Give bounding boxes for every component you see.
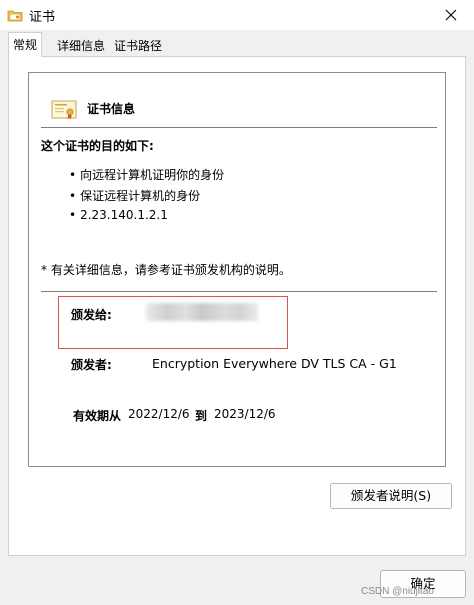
issued-by-value: Encryption Everywhere DV TLS CA - G1 (152, 356, 397, 371)
tab-certification-path[interactable]: 证书路径 (110, 34, 166, 56)
issued-by-label: 颁发者: (71, 358, 112, 372)
bullet: • (69, 189, 77, 203)
highlight-box (58, 296, 288, 349)
close-icon (445, 6, 457, 25)
certificate-icon (51, 99, 77, 121)
purpose-title: 这个证书的目的如下: (41, 139, 154, 153)
details-note: * 有关详细信息，请参考证书颁发机构的说明。 (41, 263, 291, 277)
certificate-info-title: 证书信息 (87, 102, 136, 116)
valid-from-date: 2022/12/6 (128, 407, 190, 421)
tab-details[interactable]: 详细信息 (53, 34, 109, 56)
tab-general[interactable]: 常规 (8, 32, 43, 57)
watermark: CSDN @niujitao (361, 586, 434, 597)
purpose-item-label: 2.23.140.1.2.1 (80, 208, 168, 222)
bullet: • (69, 168, 77, 182)
certificate-folder-icon (7, 7, 23, 22)
purpose-item: • 向远程计算机证明你的身份 (69, 166, 224, 183)
valid-to-label: 到 (195, 409, 208, 423)
close-button[interactable] (428, 0, 474, 30)
valid-to-date: 2023/12/6 (214, 407, 276, 421)
title-bar: 证书 (0, 0, 474, 30)
general-tab-panel: 证书信息 这个证书的目的如下: • 向远程计算机证明你的身份 • 保证远程计算机的身… (8, 56, 466, 556)
purpose-item: • 保证远程计算机的身份 (69, 187, 200, 204)
divider (41, 127, 437, 128)
purpose-item-label: 保证远程计算机的身份 (80, 189, 201, 203)
certificate-info-frame: 证书信息 这个证书的目的如下: • 向远程计算机证明你的身份 • 保证远程计算机的身… (28, 72, 446, 467)
purpose-item: • 2.23.140.1.2.1 (69, 208, 168, 222)
window-title: 证书 (29, 10, 56, 25)
divider (41, 291, 437, 292)
issuer-statement-button[interactable]: 颁发者说明(S) (330, 483, 452, 509)
bullet: • (69, 208, 77, 222)
valid-from-label: 有效期从 (73, 409, 122, 423)
tab-bar: 常规 详细信息 证书路径 (0, 30, 474, 57)
purpose-item-label: 向远程计算机证明你的身份 (80, 168, 225, 182)
